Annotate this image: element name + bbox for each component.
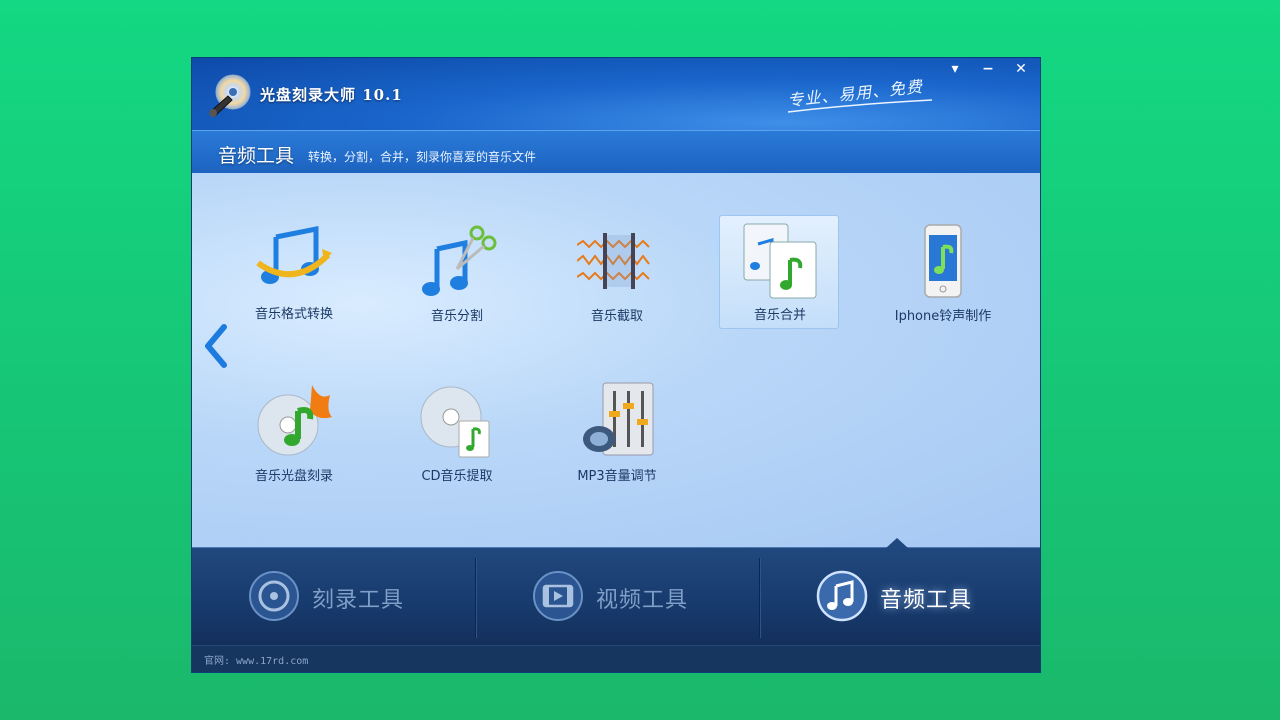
disc-icon bbox=[249, 571, 299, 621]
iphone-ringtone-icon bbox=[924, 224, 962, 298]
tool-label: 音乐合并 bbox=[753, 308, 806, 323]
music-merge-icon bbox=[743, 223, 817, 299]
tool-label: CD音乐提取 bbox=[421, 469, 493, 484]
mp3-volume-icon bbox=[583, 382, 654, 456]
category-tabs: 刻录工具 视频工具 音频工具 bbox=[192, 538, 1040, 646]
tab-burn-tools[interactable]: 刻录工具 bbox=[192, 548, 475, 646]
tool-label: 音乐分割 bbox=[430, 309, 483, 324]
tab-label: 音频工具 bbox=[880, 588, 973, 613]
section-header: 音频工具 转换，分割，合并，刻录你喜爱的音乐文件 bbox=[192, 130, 1040, 174]
app-logo-icon bbox=[209, 74, 251, 117]
slogan-underline-icon bbox=[787, 99, 933, 113]
tool-iphone-ringtone[interactable]: Iphone铃声制作 bbox=[883, 217, 1003, 331]
section-title: 音频工具 bbox=[218, 145, 295, 167]
music-trim-icon bbox=[577, 233, 650, 289]
status-footer: 官网: www.17rd.com bbox=[192, 645, 1040, 672]
tab-label: 刻录工具 bbox=[312, 588, 405, 613]
tool-music-split[interactable]: 音乐分割 bbox=[397, 217, 517, 331]
active-tab-caret bbox=[886, 538, 908, 548]
chevron-left-icon[interactable] bbox=[202, 323, 232, 369]
tools-panel: 音乐格式转换 音乐分割 音乐截取 音乐合并 Iphone铃声制作 音乐光盘刻录 … bbox=[192, 173, 1040, 547]
tool-music-convert[interactable]: 音乐格式转换 bbox=[234, 215, 354, 329]
title-bar[interactable]: 光盘刻录大师 10.1 专业、易用、免费 ▾ − ✕ bbox=[192, 58, 1040, 130]
music-cd-burn-icon bbox=[257, 385, 332, 456]
music-split-icon bbox=[422, 225, 497, 296]
tool-label: Iphone铃声制作 bbox=[894, 309, 992, 324]
app-title: 光盘刻录大师 10.1 bbox=[260, 86, 403, 104]
cd-rip-icon bbox=[420, 386, 490, 458]
close-button[interactable]: ✕ bbox=[1006, 59, 1036, 79]
tool-music-trim[interactable]: 音乐截取 bbox=[557, 217, 677, 331]
tab-label: 视频工具 bbox=[596, 588, 689, 613]
minimize-button[interactable]: − bbox=[973, 59, 1003, 79]
music-convert-icon bbox=[256, 225, 332, 284]
film-icon bbox=[533, 571, 583, 621]
tool-cd-rip[interactable]: CD音乐提取 bbox=[397, 377, 517, 491]
section-subtitle: 转换，分割，合并，刻录你喜爱的音乐文件 bbox=[308, 150, 537, 164]
tool-music-cd-burn[interactable]: 音乐光盘刻录 bbox=[234, 377, 354, 491]
tool-mp3-volume[interactable]: MP3音量调节 bbox=[557, 377, 677, 491]
menu-dropdown-button[interactable]: ▾ bbox=[940, 59, 970, 79]
tool-label: 音乐格式转换 bbox=[254, 307, 333, 322]
website-link[interactable]: 官网: www.17rd.com bbox=[204, 652, 308, 667]
tab-audio-tools[interactable]: 音频工具 bbox=[760, 548, 1040, 646]
tab-video-tools[interactable]: 视频工具 bbox=[476, 548, 759, 646]
tool-label: 音乐光盘刻录 bbox=[254, 469, 333, 484]
tool-label: MP3音量调节 bbox=[577, 469, 657, 484]
music-note-icon bbox=[816, 570, 868, 622]
tool-music-merge[interactable]: 音乐合并 bbox=[719, 215, 839, 329]
tool-label: 音乐截取 bbox=[590, 309, 643, 324]
app-window: 光盘刻录大师 10.1 专业、易用、免费 ▾ − ✕ 音频工具 转换，分割，合并… bbox=[191, 57, 1041, 673]
